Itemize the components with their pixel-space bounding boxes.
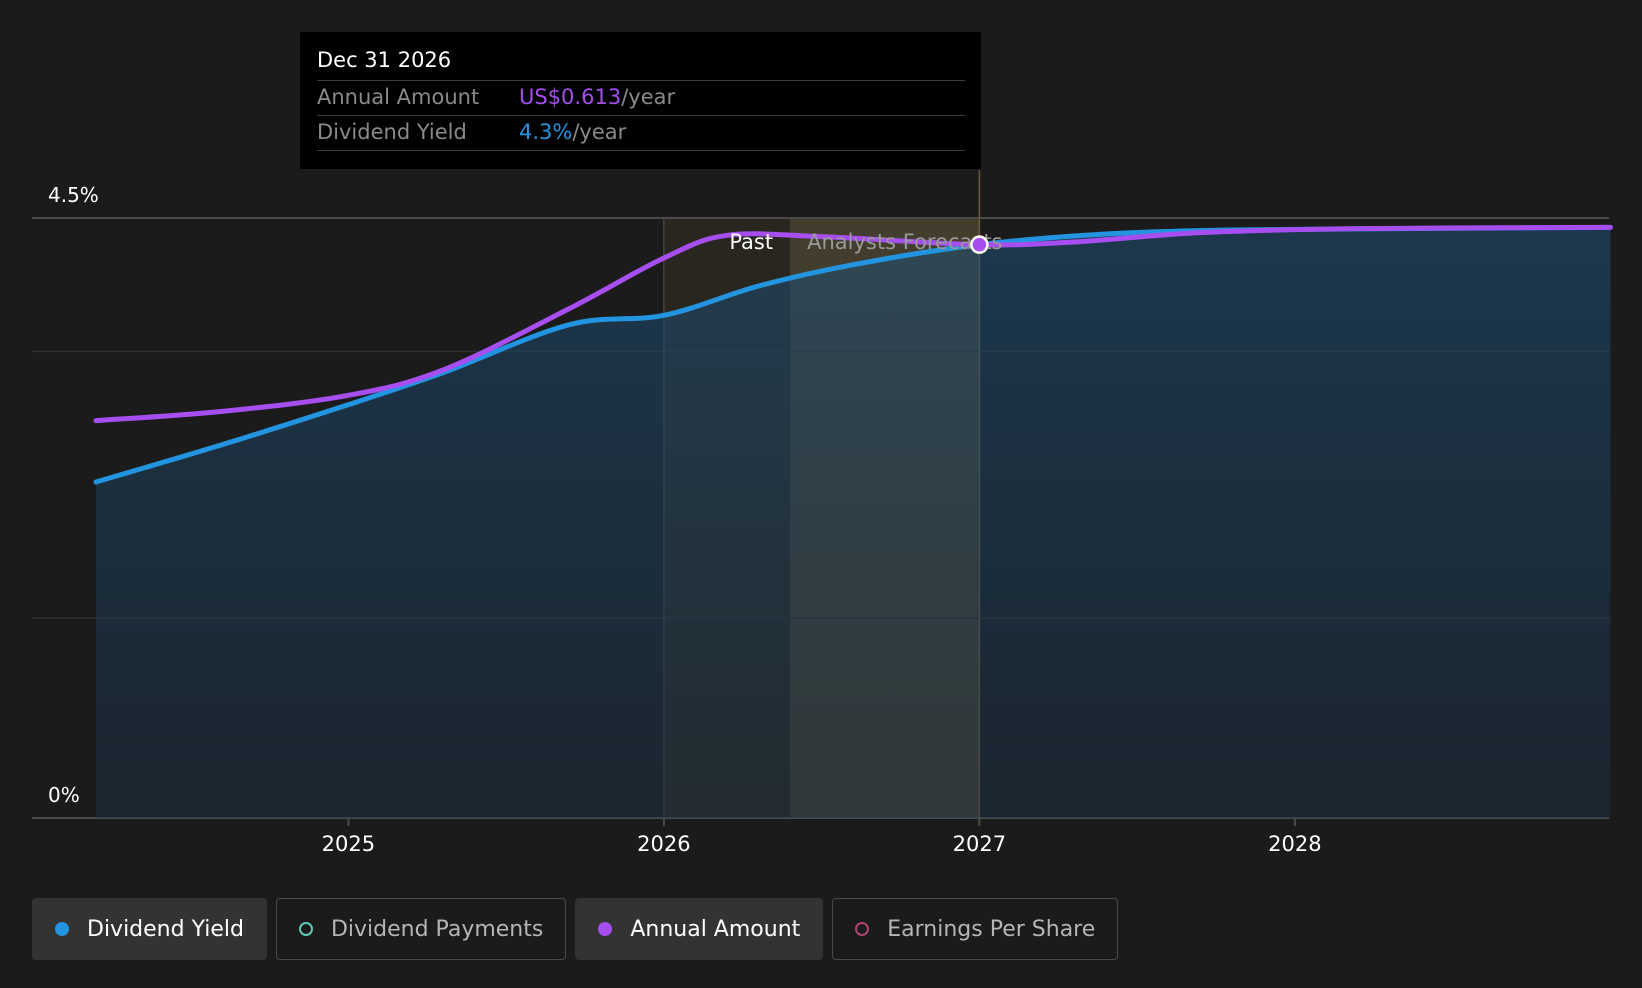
tooltip-date: Dec 31 2026 bbox=[317, 46, 965, 81]
tooltip-label: Annual Amount bbox=[317, 85, 480, 109]
tooltip-unit: /year bbox=[621, 85, 676, 109]
legend: Dividend Yield Dividend Payments Annual … bbox=[32, 898, 1119, 960]
legend-label: Dividend Yield bbox=[87, 916, 244, 942]
dividend-yield-dot-icon bbox=[55, 922, 69, 936]
legend-label: Dividend Payments bbox=[330, 916, 544, 942]
past-label: Past bbox=[729, 230, 773, 254]
x-tick-label: 2025 bbox=[322, 832, 375, 856]
x-tick-label: 2028 bbox=[1268, 832, 1321, 856]
legend-dividend-yield[interactable]: Dividend Yield bbox=[32, 898, 267, 960]
tooltip-row-annual-amount: Annual Amount US$0.613/year bbox=[317, 81, 965, 116]
dividend-yield-area bbox=[96, 227, 1611, 819]
tooltip-unit: /year bbox=[572, 120, 627, 144]
tooltip-value: 4.3% bbox=[519, 120, 573, 144]
y-tick-label: 0% bbox=[48, 783, 80, 807]
legend-annual-amount[interactable]: Annual Amount bbox=[575, 898, 824, 960]
legend-dividend-payments[interactable]: Dividend Payments bbox=[275, 898, 567, 960]
legend-earnings-per-share[interactable]: Earnings Per Share bbox=[832, 898, 1119, 960]
x-tick-label: 2027 bbox=[953, 832, 1006, 856]
annual-amount-dot-icon bbox=[598, 922, 613, 936]
tooltip-row-dividend-yield: Dividend Yield 4.3%/year bbox=[317, 116, 965, 151]
legend-label: Annual Amount bbox=[630, 916, 801, 942]
earnings-per-share-dot-icon bbox=[855, 922, 870, 936]
hover-point bbox=[970, 235, 989, 254]
x-tick-label: 2026 bbox=[637, 832, 690, 856]
y-tick-label: 4.5% bbox=[48, 183, 99, 207]
legend-label: Earnings Per Share bbox=[887, 916, 1096, 942]
dividend-payments-dot-icon bbox=[298, 922, 313, 936]
tooltip: Dec 31 2026 Annual Amount US$0.613/year … bbox=[300, 32, 981, 169]
tooltip-value: US$0.613 bbox=[519, 85, 622, 109]
tooltip-label: Dividend Yield bbox=[317, 120, 467, 144]
